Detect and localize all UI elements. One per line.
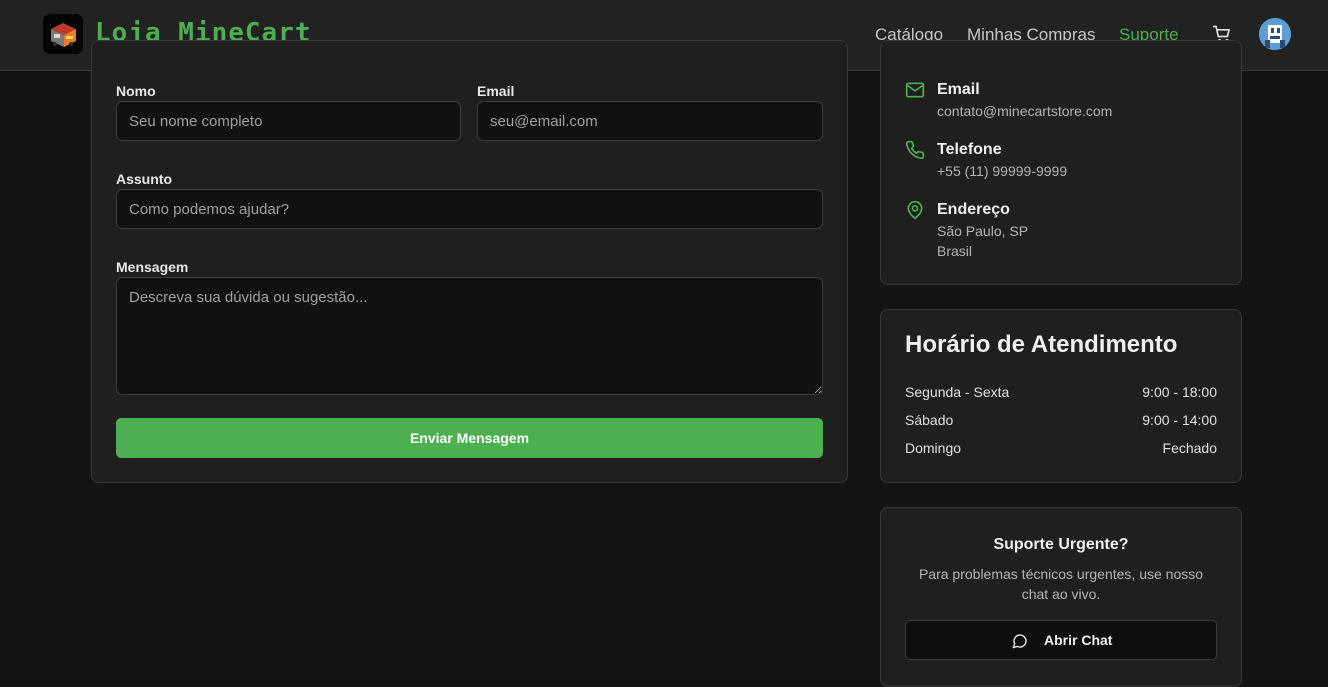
contact-form-card: Nomo Email Assunto Mensagem Enviar Mensa… [91,40,848,483]
contact-email-value[interactable]: contato@minecartstore.com [937,101,1112,121]
open-chat-label: Abrir Chat [1044,632,1113,648]
phone-icon [905,140,925,160]
subject-input[interactable] [116,189,823,229]
store-logo-icon[interactable] [43,14,83,54]
hours-day: Segunda - Sexta [905,384,1010,400]
urgent-support-card: Suporte Urgente? Para problemas técnicos… [880,507,1242,687]
contact-info-card: Email contato@minecartstore.com Telefone… [880,40,1242,285]
message-label: Mensagem [116,259,189,275]
name-input[interactable] [116,101,461,141]
contact-address-title: Endereço [937,201,1010,218]
mail-icon [905,82,925,98]
contact-address: Endereço São Paulo, SP Brasil [905,200,1205,262]
business-hours-card: Horário de Atendimento Segunda - Sexta 9… [880,309,1242,483]
email-input[interactable] [477,101,823,141]
subject-label: Assunto [116,171,172,187]
urgent-title: Suporte Urgente? [993,536,1129,553]
contact-phone-title: Telefone [937,141,1002,158]
name-label: Nomo [116,83,156,99]
chat-bubble-icon [1012,634,1027,649]
map-pin-icon [907,200,923,220]
contact-phone-value[interactable]: +55 (11) 99999-9999 [937,161,1067,181]
hours-day: Sábado [905,412,954,428]
hours-time: 9:00 - 18:00 [1142,384,1217,400]
contact-email-title: Email [937,81,980,98]
hours-time: Fechado [1162,440,1217,456]
contact-address-line1: São Paulo, SP [937,223,1029,239]
urgent-text: Para problemas técnicos urgentes, use no… [918,566,1204,602]
hours-day: Domingo [905,440,962,456]
open-chat-button[interactable]: Abrir Chat [905,620,1217,660]
hours-title: Horário de Atendimento [905,331,1178,358]
email-label: Email [477,83,515,99]
user-avatar[interactable] [1259,18,1291,50]
message-textarea[interactable] [116,277,823,395]
hours-time: 9:00 - 14:00 [1142,412,1217,428]
send-message-button[interactable]: Enviar Mensagem [116,418,823,458]
contact-phone: Telefone +55 (11) 99999-9999 [905,140,1205,182]
contact-email: Email contato@minecartstore.com [905,80,1205,122]
contact-address-line2: Brasil [937,243,973,259]
